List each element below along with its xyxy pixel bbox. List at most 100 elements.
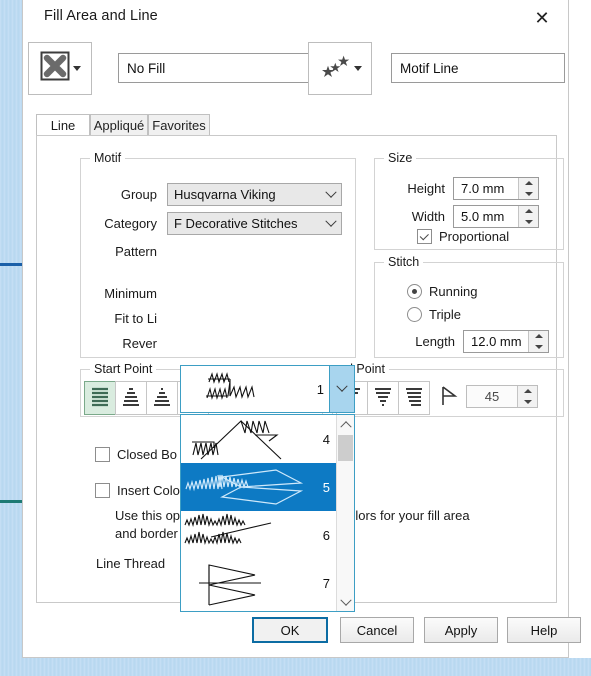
pattern-preview-6 <box>181 511 304 559</box>
angle-increment[interactable] <box>518 386 537 397</box>
stitch-triple-radio[interactable]: Triple <box>407 307 461 322</box>
cancel-button[interactable]: Cancel <box>340 617 414 643</box>
triple-label: Triple <box>429 307 462 322</box>
group-label: Group <box>120 187 157 202</box>
width-stepper[interactable] <box>518 206 538 227</box>
pattern-number: 5 <box>322 479 330 495</box>
minimum-label: Minimum <box>104 286 157 301</box>
tab-line[interactable]: Line <box>36 114 90 136</box>
tab-applique[interactable]: Appliqué <box>90 114 148 136</box>
motif-group-title: Motif <box>90 151 126 165</box>
line-type-button[interactable] <box>308 42 372 95</box>
length-label: Length <box>415 334 455 349</box>
list-item[interactable]: 6 <box>181 511 336 559</box>
pattern-preview-5 <box>181 463 304 511</box>
triangle-down-icon <box>524 191 533 196</box>
motif-stars-icon <box>319 51 351 86</box>
fill-area-and-line-dialog: Fill Area and Line ✕ No Fill Motif Line … <box>22 0 581 658</box>
no-fill-x-icon <box>40 51 70 86</box>
triangle-up-icon <box>534 334 543 339</box>
pattern-list-scrollbar[interactable] <box>336 415 354 611</box>
height-value[interactable]: 7.0 mm <box>454 181 518 196</box>
size-group: Size Height 7.0 mm Width 5.0 mm Proporti <box>374 151 564 250</box>
angle-spinner[interactable]: 45 <box>466 385 538 408</box>
stitch-running-radio[interactable]: Running <box>407 284 477 299</box>
pattern-dropdown-toggle[interactable] <box>329 366 354 412</box>
scrollbar-thumb[interactable] <box>338 435 353 461</box>
list-item[interactable]: 7 <box>181 559 336 607</box>
end-point-mode-2[interactable] <box>367 381 399 415</box>
radio-circle <box>407 284 422 299</box>
angle-decrement[interactable] <box>518 397 537 408</box>
backdrop-rule-1 <box>0 263 22 266</box>
category-value: F Decorative Stitches <box>174 216 298 231</box>
tab-strip: Line Appliqué Favorites <box>36 114 557 136</box>
height-spinner[interactable]: 7.0 mm <box>453 177 539 200</box>
list-item[interactable]: 5 <box>181 463 336 511</box>
length-increment[interactable] <box>529 331 548 342</box>
angle-stepper[interactable] <box>517 386 537 407</box>
backdrop-rule-2 <box>0 500 22 503</box>
pattern-preview-4 <box>181 415 304 463</box>
dialog-title: Fill Area and Line <box>44 8 158 24</box>
chevron-down-icon <box>336 380 348 392</box>
start-point-mode-2[interactable] <box>115 381 147 415</box>
list-item[interactable]: 4 <box>181 415 336 463</box>
running-label: Running <box>429 284 478 299</box>
pattern-combobox[interactable]: 1 <box>180 365 355 413</box>
pattern-number: 7 <box>322 575 330 591</box>
closed-border-checkbox[interactable]: Closed Bo <box>95 447 177 462</box>
ok-button[interactable]: OK <box>252 617 328 643</box>
start-point-mode-1[interactable] <box>84 381 116 415</box>
height-stepper[interactable] <box>518 178 538 199</box>
pattern-list-items: 4 5 6 7 <box>181 415 336 611</box>
fill-line-selector-row: No Fill Motif Line <box>23 40 570 98</box>
chevron-up-icon[interactable] <box>337 415 354 432</box>
width-value[interactable]: 5.0 mm <box>454 209 518 224</box>
end-point-mode-3[interactable] <box>398 381 430 415</box>
angle-value[interactable]: 45 <box>467 389 517 404</box>
dialog-footer: OK Cancel Apply Help <box>23 609 581 649</box>
line-thread-label: Line Thread <box>96 556 166 571</box>
triangle-up-icon <box>523 389 532 394</box>
group-combobox[interactable]: Husqvarna Viking <box>167 183 342 206</box>
width-increment[interactable] <box>519 206 538 217</box>
apply-button[interactable]: Apply <box>424 617 498 643</box>
start-point-title: Start Point <box>90 362 157 376</box>
category-combobox[interactable]: F Decorative Stitches <box>167 212 342 235</box>
height-decrement[interactable] <box>519 189 538 200</box>
pattern-dropdown-list[interactable]: 4 5 6 7 <box>180 414 355 612</box>
triangle-down-icon <box>524 219 533 224</box>
pattern-preview-1 <box>181 366 298 412</box>
start-point-mode-3[interactable] <box>146 381 178 415</box>
pattern-number: 6 <box>322 527 330 543</box>
chevron-down-icon <box>72 66 81 71</box>
fill-name-field[interactable]: No Fill <box>118 53 314 83</box>
width-spinner[interactable]: 5.0 mm <box>453 205 539 228</box>
closed-border-label: Closed Bo <box>117 447 177 462</box>
radio-circle <box>407 307 422 322</box>
height-increment[interactable] <box>519 178 538 189</box>
group-value: Husqvarna Viking <box>174 187 276 202</box>
length-value[interactable]: 12.0 mm <box>464 334 528 349</box>
fit-to-line-label: Fit to Li <box>114 311 157 326</box>
chevron-down-icon[interactable] <box>337 594 354 611</box>
proportional-checkbox[interactable]: Proportional <box>417 229 509 244</box>
chevron-down-icon <box>321 186 341 199</box>
fill-type-button[interactable] <box>28 42 92 95</box>
length-spinner[interactable]: 12.0 mm <box>463 330 549 353</box>
length-decrement[interactable] <box>529 342 548 353</box>
line-name-field[interactable]: Motif Line <box>391 53 565 83</box>
triangle-down-icon <box>523 399 532 404</box>
help-button[interactable]: Help <box>507 617 581 643</box>
length-stepper[interactable] <box>528 331 548 352</box>
pattern-preview-7 <box>181 559 304 607</box>
chevron-down-icon <box>321 215 341 228</box>
width-decrement[interactable] <box>519 217 538 228</box>
backdrop-left-strip <box>0 0 22 676</box>
triangle-down-icon <box>534 344 543 349</box>
dialog-titlebar: Fill Area and Line ✕ <box>23 0 568 36</box>
close-icon[interactable]: ✕ <box>524 4 560 32</box>
tab-favorites[interactable]: Favorites <box>148 114 210 136</box>
line-tab-panel: Motif Size Height 7.0 mm Width 5.0 mm Pr… <box>36 135 564 612</box>
